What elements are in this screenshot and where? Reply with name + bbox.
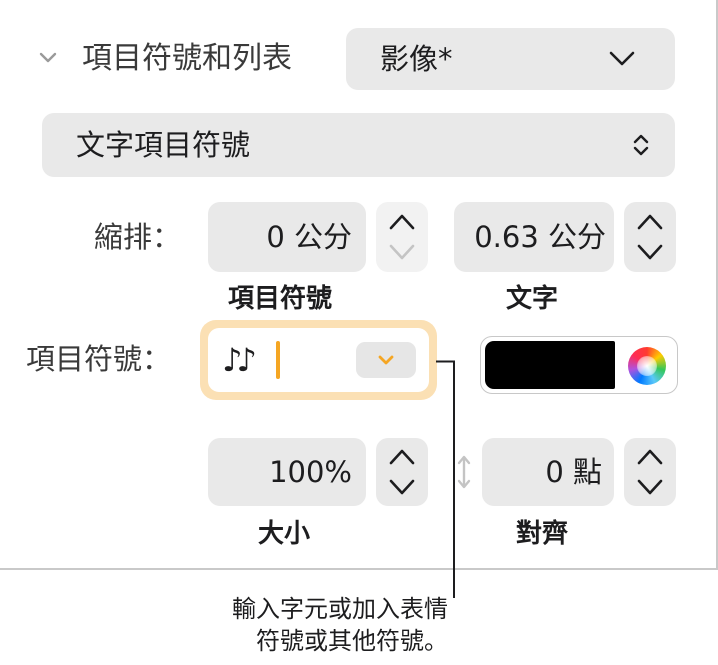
format-sidebar-panel: 項目符號和列表 影像* 文字項目符號 縮排： 0 公分 0.63 公分 項目符號… — [0, 0, 718, 570]
bullet-indent-field[interactable]: 0 公分 — [208, 202, 366, 272]
callout-leader-line — [436, 360, 458, 600]
disclosure-chevron-icon[interactable] — [38, 50, 58, 66]
callout-text-line-1: 輸入字元或加入表情 — [232, 595, 448, 623]
bullet-character-field[interactable]: ♪♪ — [200, 320, 437, 400]
bullet-character-value: ♪♪ — [222, 341, 257, 379]
chevron-down-icon — [608, 48, 636, 70]
text-indent-caption: 文字 — [506, 284, 559, 314]
stepper-up-icon[interactable] — [387, 445, 417, 469]
color-wheel-icon[interactable] — [628, 347, 666, 385]
alignment-stepper[interactable] — [624, 438, 676, 506]
bullet-label: 項目符號： — [26, 342, 172, 376]
preset-value: 影像* — [380, 42, 453, 76]
stepper-up-icon[interactable] — [635, 210, 665, 234]
bullet-indent-caption: 項目符號 — [228, 284, 333, 314]
text-indent-value: 0.63 公分 — [474, 220, 606, 254]
bullet-indent-stepper[interactable] — [376, 202, 428, 272]
callout-text-line-2: 符號或其他符號。 — [256, 627, 448, 655]
bullet-type-value: 文字項目符號 — [76, 128, 251, 162]
up-down-chevron-icon — [630, 131, 652, 159]
text-indent-stepper[interactable] — [624, 202, 676, 272]
alignment-field[interactable]: 0 點 — [482, 438, 614, 506]
stepper-down-icon[interactable] — [635, 475, 665, 499]
chevron-down-icon — [377, 353, 395, 367]
stepper-up-icon[interactable] — [635, 445, 665, 469]
size-caption: 大小 — [258, 519, 311, 549]
bullet-character-inner[interactable]: ♪♪ — [208, 328, 429, 392]
stepper-down-icon — [387, 240, 417, 264]
bullet-style-preset-popup[interactable]: 影像* — [346, 28, 675, 90]
emoji-picker-button[interactable] — [356, 342, 416, 378]
size-field[interactable]: 100% — [208, 438, 366, 506]
alignment-value: 0 點 — [545, 455, 602, 489]
alignment-caption: 對齊 — [516, 519, 569, 549]
text-cursor — [276, 341, 280, 379]
section-title: 項目符號和列表 — [82, 41, 292, 76]
bullet-color-well[interactable] — [480, 336, 678, 394]
text-indent-field[interactable]: 0.63 公分 — [454, 202, 614, 272]
bullet-indent-value: 0 公分 — [266, 220, 352, 254]
size-stepper[interactable] — [376, 438, 428, 506]
indent-label: 縮排： — [94, 220, 182, 254]
stepper-down-icon[interactable] — [387, 475, 417, 499]
bullet-type-popup[interactable]: 文字項目符號 — [42, 113, 675, 177]
color-swatch — [485, 341, 615, 389]
stepper-up-icon[interactable] — [387, 210, 417, 234]
size-value: 100% — [269, 455, 352, 489]
color-wheel-center — [637, 356, 657, 376]
stepper-down-icon[interactable] — [635, 240, 665, 264]
